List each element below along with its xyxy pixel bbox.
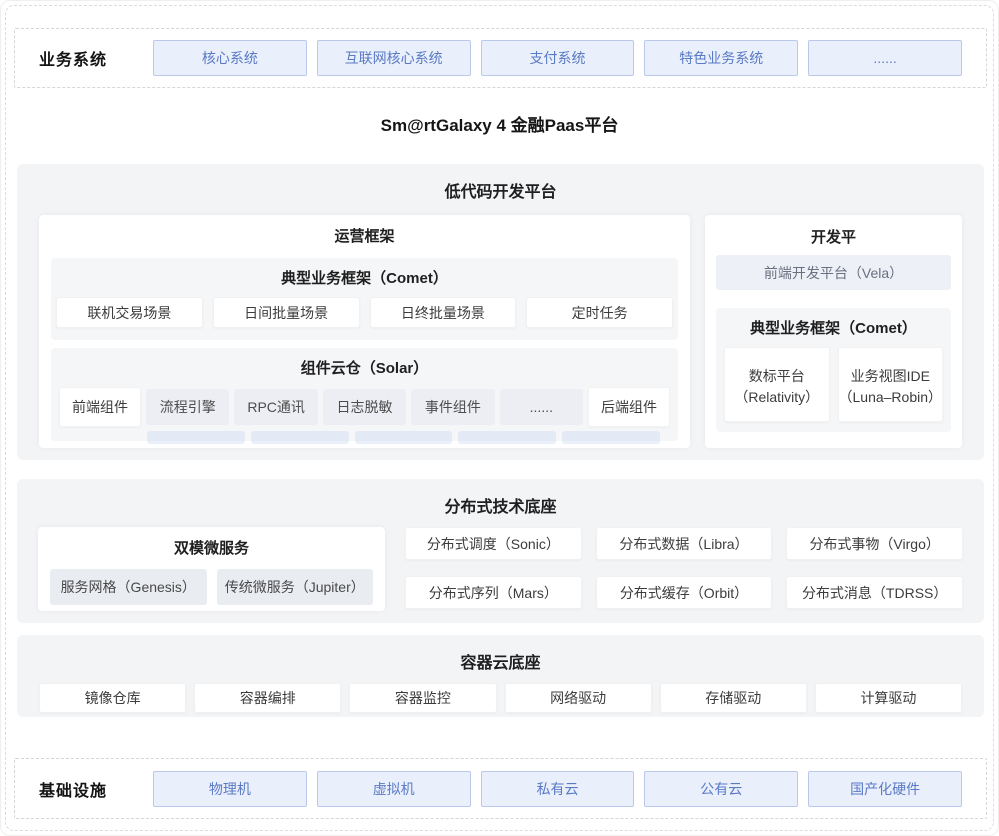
business-system-payment[interactable]: 支付系统 xyxy=(481,40,635,76)
solar-item-workflow-engine[interactable]: 流程引擎 xyxy=(146,389,229,425)
image-registry[interactable]: 镜像仓库 xyxy=(39,683,186,713)
low-code-columns: 运营框架 典型业务框架（Comet） 联机交易场景 日间批量场景 日终批量场景 … xyxy=(17,202,984,448)
business-system-more[interactable]: ...... xyxy=(808,40,962,76)
distributed-section-title: 分布式技术底座 xyxy=(17,479,984,517)
distributed-cache-orbit[interactable]: 分布式缓存（Orbit） xyxy=(596,576,773,609)
infra-domestic-hardware[interactable]: 国产化硬件 xyxy=(808,771,962,807)
container-monitoring[interactable]: 容器监控 xyxy=(349,683,496,713)
infra-public-cloud[interactable]: 公有云 xyxy=(644,771,798,807)
container-orchestration[interactable]: 容器编排 xyxy=(194,683,341,713)
business-system-core[interactable]: 核心系统 xyxy=(153,40,307,76)
page-title: Sm@rtGalaxy 4 金融Paas平台 xyxy=(1,111,998,136)
traditional-microservice-jupiter[interactable]: 传统微服务（Jupiter） xyxy=(217,569,374,605)
dev-comet-items-row: 数标平台 （Relativity） 业务视图IDE （Luna–Robin） xyxy=(716,347,951,422)
distributed-sequence-mars[interactable]: 分布式序列（Mars） xyxy=(405,576,582,609)
infra-private-cloud[interactable]: 私有云 xyxy=(481,771,635,807)
comet-framework-box: 典型业务框架（Comet） 联机交易场景 日间批量场景 日终批量场景 定时任务 xyxy=(51,258,678,340)
solar-item-event-component[interactable]: 事件组件 xyxy=(411,389,494,425)
solar-item-log-masking[interactable]: 日志脱敏 xyxy=(323,389,406,425)
diagram-card: 业务系统 核心系统 互联网核心系统 支付系统 特色业务系统 ...... Sm@… xyxy=(0,0,999,836)
dev-platform-title: 开发平 xyxy=(705,215,962,247)
distributed-columns: 双模微服务 服务网格（Genesis） 传统微服务（Jupiter） 分布式调度… xyxy=(17,517,984,611)
distributed-section: 分布式技术底座 双模微服务 服务网格（Genesis） 传统微服务（Jupite… xyxy=(17,479,984,623)
distributed-scheduling-sonic[interactable]: 分布式调度（Sonic） xyxy=(405,527,582,560)
comet-items-row: 联机交易场景 日间批量场景 日终批量场景 定时任务 xyxy=(51,297,678,340)
comet-item-scheduled-task[interactable]: 定时任务 xyxy=(526,297,673,328)
relativity-platform-name: 数标平台 xyxy=(749,366,805,387)
compute-driver[interactable]: 计算驱动 xyxy=(815,683,962,713)
solar-item-rpc[interactable]: RPC通讯 xyxy=(234,389,317,425)
luna-robin-ide-name: 业务视图IDE xyxy=(851,366,930,387)
solar-component-title: 组件云仓（Solar） xyxy=(51,348,678,387)
business-system-special[interactable]: 特色业务系统 xyxy=(644,40,798,76)
container-cloud-title: 容器云底座 xyxy=(17,635,984,673)
dual-microservice-box: 双模微服务 服务网格（Genesis） 传统微服务（Jupiter） xyxy=(38,527,385,611)
dev-platform-box: 开发平 前端开发平台（Vela） 典型业务框架（Comet） 数标平台 （Rel… xyxy=(705,215,962,448)
business-system-internet-core[interactable]: 互联网核心系统 xyxy=(317,40,471,76)
low-code-section: 低代码开发平台 运营框架 典型业务框架（Comet） 联机交易场景 日间批量场景… xyxy=(17,164,984,460)
vela-frontend-platform[interactable]: 前端开发平台（Vela） xyxy=(716,255,951,290)
distributed-transaction-virgo[interactable]: 分布式事物（Virgo） xyxy=(786,527,963,560)
relativity-platform[interactable]: 数标平台 （Relativity） xyxy=(724,347,830,422)
comet-item-eod-batch[interactable]: 日终批量场景 xyxy=(370,297,517,328)
distributed-message-tdrss[interactable]: 分布式消息（TDRSS） xyxy=(786,576,963,609)
solar-backend-component[interactable]: 后端组件 xyxy=(588,387,670,427)
distributed-grid: 分布式调度（Sonic） 分布式数据（Libra） 分布式事物（Virgo） 分… xyxy=(405,527,963,611)
luna-robin-ide-code: （Luna–Robin） xyxy=(839,387,943,408)
solar-frontend-component[interactable]: 前端组件 xyxy=(59,387,141,427)
infrastructure-label: 基础设施 xyxy=(39,777,143,801)
comet-item-online-trading[interactable]: 联机交易场景 xyxy=(56,297,203,328)
business-systems-row: 业务系统 核心系统 互联网核心系统 支付系统 特色业务系统 ...... xyxy=(14,28,987,88)
solar-item-more[interactable]: ...... xyxy=(500,389,583,425)
operation-framework-box: 运营框架 典型业务框架（Comet） 联机交易场景 日间批量场景 日终批量场景 … xyxy=(39,215,690,448)
dev-comet-box: 典型业务框架（Comet） 数标平台 （Relativity） 业务视图IDE … xyxy=(716,308,951,432)
dual-microservice-row: 服务网格（Genesis） 传统微服务（Jupiter） xyxy=(38,569,385,605)
solar-component-box: 组件云仓（Solar） 前端组件 流程引擎 RPC通讯 日志脱敏 事件组件 ..… xyxy=(51,348,678,441)
container-cloud-row: 镜像仓库 容器编排 容器监控 网络驱动 存储驱动 计算驱动 xyxy=(39,683,962,713)
container-cloud-section: 容器云底座 镜像仓库 容器编排 容器监控 网络驱动 存储驱动 计算驱动 xyxy=(17,635,984,717)
storage-driver[interactable]: 存储驱动 xyxy=(660,683,807,713)
solar-items-row: 前端组件 流程引擎 RPC通讯 日志脱敏 事件组件 ...... 后端组件 xyxy=(51,387,678,441)
comet-framework-title: 典型业务框架（Comet） xyxy=(51,258,678,297)
operation-framework-title: 运营框架 xyxy=(39,215,690,258)
business-systems-label: 业务系统 xyxy=(39,46,143,70)
dual-microservice-title: 双模微服务 xyxy=(38,527,385,569)
dev-comet-title: 典型业务框架（Comet） xyxy=(716,308,951,347)
infrastructure-row: 基础设施 物理机 虚拟机 私有云 公有云 国产化硬件 xyxy=(14,758,987,819)
service-mesh-genesis[interactable]: 服务网格（Genesis） xyxy=(50,569,207,605)
low-code-section-title: 低代码开发平台 xyxy=(17,164,984,202)
comet-item-daytime-batch[interactable]: 日间批量场景 xyxy=(213,297,360,328)
infra-physical-machine[interactable]: 物理机 xyxy=(153,771,307,807)
relativity-platform-code: （Relativity） xyxy=(734,387,819,408)
luna-robin-ide[interactable]: 业务视图IDE （Luna–Robin） xyxy=(838,347,944,422)
infra-virtual-machine[interactable]: 虚拟机 xyxy=(317,771,471,807)
distributed-data-libra[interactable]: 分布式数据（Libra） xyxy=(596,527,773,560)
network-driver[interactable]: 网络驱动 xyxy=(505,683,652,713)
